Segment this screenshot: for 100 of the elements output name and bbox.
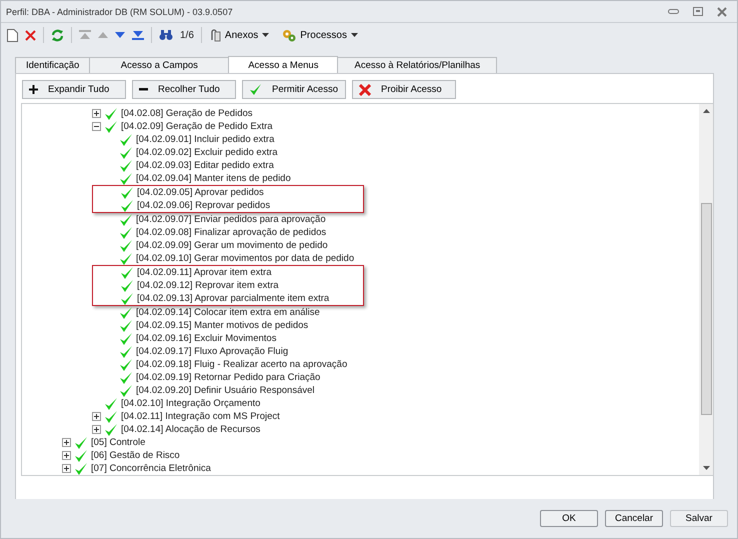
- first-record-icon[interactable]: [79, 30, 91, 40]
- toolbar-menu-button[interactable]: Processos: [282, 28, 364, 42]
- tree-item[interactable]: [04.02.09.18] Fluig - Realizar acerto na aprovação: [136, 359, 348, 370]
- checkmark-icon[interactable]: [119, 172, 133, 186]
- dropdown-caret-icon: [262, 33, 270, 37]
- checkmark-icon: [249, 83, 262, 96]
- checkmark-icon[interactable]: [104, 120, 118, 134]
- close-icon[interactable]: [717, 6, 727, 16]
- checkmark-icon[interactable]: [119, 332, 133, 346]
- checkmark-icon[interactable]: [119, 370, 133, 384]
- tab[interactable]: Acesso à Relatórios/Planilhas: [337, 57, 498, 73]
- checkmark-icon[interactable]: [119, 132, 133, 146]
- dialog-button[interactable]: OK: [540, 510, 598, 527]
- maximize-icon[interactable]: [693, 7, 703, 16]
- expander-icon[interactable]: [92, 109, 101, 118]
- action-button[interactable]: Proibir Acesso: [352, 80, 456, 99]
- tree-item[interactable]: [04.02.09.06] Reprovar pedidos: [137, 200, 270, 211]
- action-button[interactable]: Permitir Acesso: [242, 80, 346, 99]
- checkmark-icon[interactable]: [119, 158, 133, 172]
- tree-item[interactable]: [04.02.09.19] Retornar Pedido para Criação: [136, 372, 320, 383]
- checkmark-icon[interactable]: [119, 238, 133, 252]
- tree-item[interactable]: [04.02.09] Geração de Pedido Extra: [121, 121, 273, 132]
- tree-item[interactable]: [04.02.09.09] Gerar um movimento de pedido: [136, 240, 328, 251]
- checkmark-icon[interactable]: [119, 384, 133, 398]
- checkmark-icon[interactable]: [119, 212, 133, 226]
- tree-item[interactable]: [04.02.09.10] Gerar movimentos por data de pedido: [136, 253, 354, 264]
- scrollbar-thumb[interactable]: [700, 203, 712, 415]
- tree-item[interactable]: [04.02.09.04] Manter itens de pedido: [136, 173, 291, 184]
- tree-item[interactable]: [06] Gestão de Risco: [91, 450, 180, 461]
- tree-item[interactable]: [04.02.09.01] Incluir pedido extra: [136, 134, 274, 145]
- tree-item[interactable]: [04.02.09.07] Enviar pedidos para aprovação: [136, 214, 326, 225]
- checkmark-icon[interactable]: [104, 106, 118, 120]
- action-button[interactable]: Expandir Tudo: [22, 80, 126, 99]
- tree-item[interactable]: [04.02.11] Integração com MS Project: [121, 411, 280, 422]
- checkmark-icon[interactable]: [119, 252, 133, 266]
- checkmark-icon[interactable]: [119, 146, 133, 160]
- next-record-icon[interactable]: [115, 32, 125, 38]
- checkmark-icon[interactable]: [74, 436, 88, 450]
- tree-item[interactable]: [05] Controle: [91, 437, 146, 448]
- vertical-scrollbar[interactable]: [699, 104, 713, 475]
- tree-item[interactable]: [04.02.09.11] Aprovar item extra: [137, 267, 272, 278]
- checkmark-icon[interactable]: [120, 278, 134, 292]
- action-button[interactable]: Recolher Tudo: [132, 80, 236, 99]
- window-title: Perfil: DBA - Administrador DB (RM SOLUM) - 03.9.0507: [6, 6, 233, 16]
- binoculars-icon[interactable]: [159, 29, 173, 41]
- record-counter: 1/6: [180, 30, 194, 40]
- tree-item[interactable]: [04.02.09.03] Editar pedido extra: [136, 160, 274, 171]
- tree-item[interactable]: [04.02.09.16] Excluir Movimentos: [136, 333, 276, 344]
- tree-item[interactable]: [04.02.08] Geração de Pedidos: [121, 108, 253, 119]
- expander-icon[interactable]: [62, 451, 71, 460]
- dropdown-caret-icon: [350, 33, 358, 37]
- expander-icon[interactable]: [92, 412, 101, 421]
- checkmark-icon[interactable]: [104, 422, 118, 436]
- checkmark-icon[interactable]: [119, 358, 133, 372]
- tree-item[interactable]: [04.02.09.05] Aprovar pedidos: [137, 187, 264, 198]
- cross-icon: [359, 84, 371, 96]
- tab[interactable]: Identificação: [15, 57, 90, 73]
- checkmark-icon[interactable]: [119, 306, 133, 320]
- checkmark-icon[interactable]: [74, 462, 88, 475]
- checkmark-icon[interactable]: [104, 396, 118, 410]
- checkmark-icon[interactable]: [120, 292, 134, 306]
- checkmark-icon[interactable]: [120, 198, 134, 212]
- previous-record-icon[interactable]: [98, 32, 108, 38]
- plus-icon: [29, 85, 38, 94]
- dialog-button[interactable]: Cancelar: [605, 510, 663, 527]
- tree-item[interactable]: [04.02.09.12] Reprovar item extra: [137, 280, 279, 291]
- checkmark-icon[interactable]: [74, 448, 88, 462]
- checkmark-icon[interactable]: [119, 318, 133, 332]
- tab[interactable]: Acesso a Campos: [89, 57, 230, 73]
- tree-item[interactable]: [04.02.09.17] Fluxo Aprovação Fluig: [136, 346, 288, 357]
- checkmark-icon[interactable]: [104, 410, 118, 424]
- refresh-icon[interactable]: [51, 28, 64, 42]
- dialog-button[interactable]: Salvar: [670, 510, 728, 527]
- tree-item[interactable]: [04.02.09.14] Colocar item extra em análise: [136, 307, 320, 318]
- minimize-icon[interactable]: [668, 8, 679, 14]
- toolbar-menu-button[interactable]: Anexos: [208, 28, 276, 42]
- expander-icon[interactable]: [62, 464, 71, 473]
- tab[interactable]: Acesso a Menus: [228, 56, 338, 73]
- checkmark-icon[interactable]: [120, 186, 134, 200]
- tree-item[interactable]: [04.02.10] Integração Orçamento: [121, 398, 260, 409]
- new-document-icon[interactable]: [7, 28, 18, 42]
- paperclip-icon: [208, 28, 221, 42]
- expander-icon[interactable]: [92, 425, 101, 434]
- checkmark-icon[interactable]: [119, 226, 133, 240]
- minus-icon: [139, 88, 148, 91]
- scroll-up-icon[interactable]: [702, 109, 710, 113]
- tree-item[interactable]: [04.02.09.13] Aprovar parcialmente item extra: [137, 293, 330, 304]
- expander-icon[interactable]: [62, 438, 71, 447]
- tree-item[interactable]: [04.02.09.15] Manter motivos de pedidos: [136, 320, 308, 331]
- tree-item[interactable]: [04.02.09.08] Finalizar aprovação de pedidos: [136, 227, 326, 238]
- tree-item[interactable]: [04.02.14] Alocação de Recursos: [121, 424, 260, 435]
- tree-item[interactable]: [07] Concorrência Eletrônica: [91, 463, 211, 474]
- tree-item[interactable]: [04.02.09.20] Definir Usuário Responsável: [136, 385, 314, 396]
- checkmark-icon[interactable]: [119, 344, 133, 358]
- delete-icon[interactable]: [25, 30, 36, 40]
- last-record-icon[interactable]: [132, 30, 144, 40]
- scroll-down-icon[interactable]: [702, 466, 710, 470]
- expander-icon[interactable]: [92, 122, 101, 131]
- tree-item[interactable]: [04.02.09.02] Excluir pedido extra: [136, 147, 278, 158]
- checkmark-icon[interactable]: [120, 266, 134, 280]
